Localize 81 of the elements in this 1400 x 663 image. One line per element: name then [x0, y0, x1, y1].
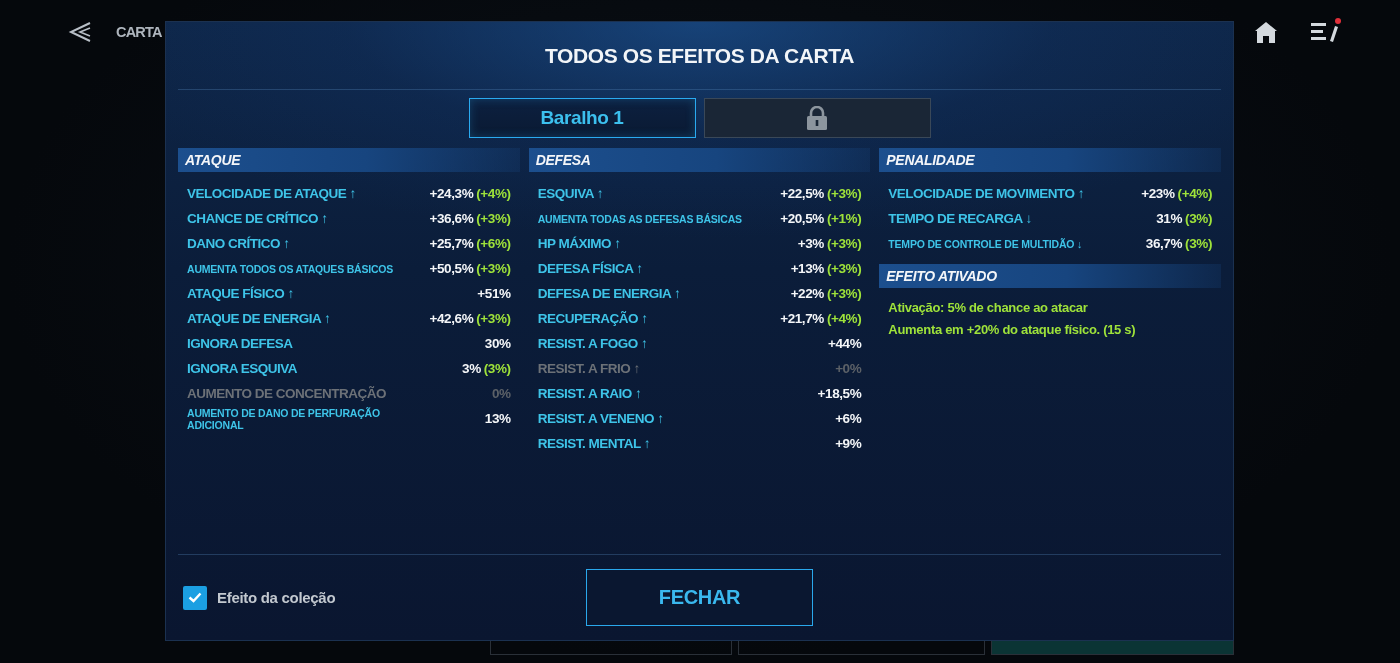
- dialog-title: TODOS OS EFEITOS DA CARTA: [544, 42, 855, 69]
- stat-bonus: (+3%): [476, 261, 511, 276]
- stat-label: HP MÁXIMO ↑: [537, 236, 621, 251]
- deck-tab[interactable]: Baralho 1: [468, 98, 696, 138]
- effect-text: Ativação: 5% de chance ao atacar: [888, 298, 1089, 317]
- stat-label: AUMENTA TODOS OS ATAQUES BÁSICOS: [187, 262, 394, 275]
- section-header: EFEITO ATIVADO: [879, 264, 1221, 288]
- stat-value: 13%: [484, 411, 511, 426]
- stat-value: +21,7%: [780, 311, 824, 326]
- stat-bonus: (+4%): [826, 311, 862, 326]
- checkbox-label: Efeito da coleção: [217, 589, 336, 606]
- stat-bonus: (+4%): [1177, 186, 1212, 201]
- stat-bonus: (+3%): [826, 261, 862, 276]
- stat-label: VELOCIDADE DE MOVIMENTO ↑: [888, 186, 1085, 201]
- stat-bonus: (+1%): [826, 211, 862, 226]
- stat-label: AUMENTA TODAS AS DEFESAS BÁSICAS: [537, 212, 742, 225]
- stat-bonus: (+3%): [826, 286, 862, 301]
- stat-value: +24,3%: [429, 186, 474, 201]
- stat-label: VELOCIDADE DE ATAQUE ↑: [187, 186, 356, 201]
- stat-value: 30%: [484, 336, 511, 351]
- stat-label: RESIST. A VENENO ↑: [537, 411, 664, 426]
- stat-value: +22%: [790, 286, 824, 301]
- stat-label: DEFESA FÍSICA ↑: [537, 261, 643, 276]
- stat-label: CHANCE DE CRÍTICO ↑: [187, 211, 328, 226]
- stat-label: ATAQUE DE ENERGIA ↑: [187, 311, 331, 326]
- stat-label: RECUPERAÇÃO ↑: [537, 311, 648, 326]
- section-header: ATAQUE: [178, 148, 520, 172]
- deck-tab[interactable]: [703, 98, 931, 138]
- stat-value: +44%: [828, 336, 862, 351]
- stat-value: 36,7%: [1145, 236, 1183, 251]
- stat-label: TEMPO DE RECARGA ↓: [888, 211, 1032, 226]
- stat-label: IGNORA ESQUIVA: [187, 361, 297, 376]
- stat-label: ATAQUE FÍSICO ↑: [187, 286, 294, 301]
- stat-value: +18,5%: [817, 386, 862, 401]
- stat-bonus: (+3%): [826, 186, 862, 201]
- stat-value: +0%: [835, 361, 862, 376]
- home-icon[interactable]: [1255, 21, 1277, 43]
- stat-label: TEMPO DE CONTROLE DE MULTIDÃO ↓: [888, 237, 1082, 250]
- stat-value: +36,6%: [429, 211, 474, 226]
- stat-bonus: (+4%): [476, 186, 511, 201]
- stat-value: 3%: [462, 361, 481, 376]
- stat-value: 31%: [1156, 211, 1183, 226]
- stat-bonus: (+3%): [826, 236, 862, 251]
- stat-label: AUMENTO DE DANO DE PERFURAÇÃO ADICIONAL: [187, 406, 381, 431]
- stat-value: +50,5%: [429, 261, 474, 276]
- stat-label: IGNORA DEFESA: [187, 336, 293, 351]
- stat-value: +22,5%: [780, 186, 824, 201]
- stat-value: +42,6%: [429, 311, 474, 326]
- stat-value: +9%: [835, 436, 862, 451]
- stat-bonus: (3%): [1185, 236, 1212, 251]
- section-header: DEFESA: [528, 148, 871, 172]
- stat-value: +20,5%: [780, 211, 824, 226]
- stat-value: 0%: [491, 386, 511, 401]
- back-icon[interactable]: [68, 21, 92, 43]
- stat-label: RESIST. A FOGO ↑: [537, 336, 648, 351]
- stat-bonus: (3%): [1185, 211, 1212, 226]
- stat-value: +6%: [835, 411, 862, 426]
- check-icon: [188, 592, 202, 603]
- stat-bonus: (+6%): [476, 236, 511, 251]
- stat-bonus: (+3%): [476, 211, 511, 226]
- stat-label: RESIST. A RAIO ↑: [537, 386, 642, 401]
- section-header: PENALIDADE: [879, 148, 1221, 172]
- checkbox[interactable]: [183, 585, 207, 610]
- stat-value: +51%: [477, 286, 511, 301]
- stat-value: +13%: [790, 261, 824, 276]
- stat-value: +25,7%: [429, 236, 474, 251]
- effect-text: Aumenta em +20% do ataque físico. (15 s): [888, 320, 1137, 339]
- stat-value: +3%: [797, 236, 824, 251]
- screen-title: CARTA: [116, 24, 162, 40]
- stat-label: DEFESA DE ENERGIA ↑: [537, 286, 681, 301]
- stat-label: AUMENTO DE CONCENTRAÇÃO: [187, 386, 386, 401]
- stat-bonus: (3%): [483, 361, 511, 376]
- close-button[interactable]: FECHAR: [586, 569, 813, 626]
- stat-label: RESIST. MENTAL ↑: [537, 436, 650, 451]
- notification-dot-icon: [1335, 18, 1341, 24]
- stat-label: RESIST. A FRIO ↑: [537, 361, 640, 376]
- stat-value: +23%: [1141, 186, 1175, 201]
- stat-bonus: (+3%): [476, 311, 511, 326]
- stat-label: ESQUIVA ↑: [537, 186, 603, 201]
- list-icon[interactable]: [1311, 22, 1338, 42]
- stat-label: DANO CRÍTICO ↑: [187, 236, 290, 251]
